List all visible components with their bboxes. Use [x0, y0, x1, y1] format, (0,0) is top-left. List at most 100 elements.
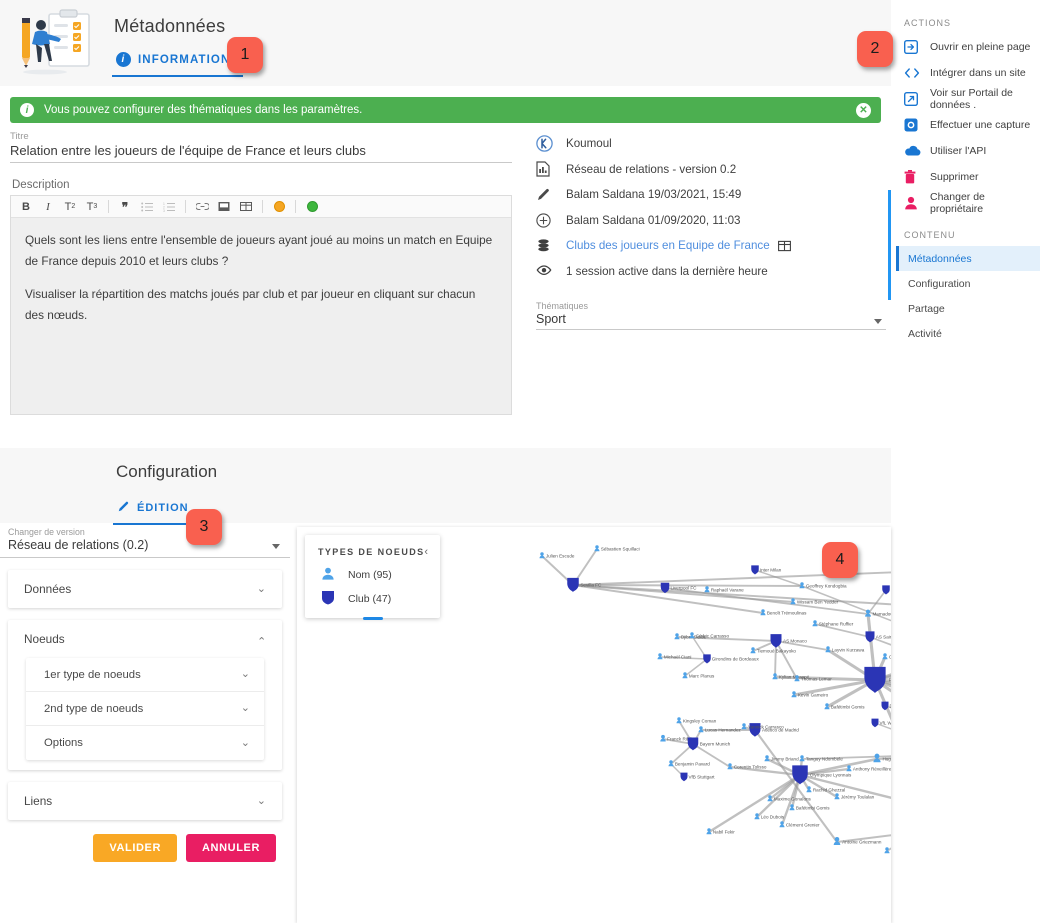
chevron-down-icon[interactable] — [874, 319, 882, 324]
image-icon[interactable] — [214, 197, 234, 217]
sidebar-action-open-fullpage[interactable]: Ouvrir en pleine page — [896, 34, 1040, 60]
person-icon — [742, 723, 746, 727]
page-scrollbar[interactable] — [888, 190, 891, 300]
graph-node[interactable]: Yannick Carrasco — [741, 723, 784, 730]
graph-node[interactable]: Kingsley Coman — [676, 717, 717, 724]
graph-node[interactable]: Maxime Gonalons — [767, 795, 812, 802]
graph-node[interactable]: Tanguy Ndombele — [799, 755, 843, 762]
person-icon — [755, 813, 759, 817]
sidebar-item-partage[interactable]: Partage — [896, 296, 1040, 321]
subsection-2nd-type-de-noeuds[interactable]: 2nd type de noeuds ⌄ — [26, 692, 264, 726]
sidebar-action-embed[interactable]: Intégrer dans un site — [896, 60, 1040, 86]
graph-node[interactable]: Wissam Ben Yedder — [790, 598, 839, 605]
chevron-down-icon[interactable]: ⌄ — [241, 737, 250, 749]
table-icon[interactable] — [236, 197, 256, 217]
accordion-donnees-header[interactable]: Données ⌄ — [8, 570, 282, 608]
graph-node[interactable]: Clément Lenglet — [884, 847, 891, 854]
version-select[interactable]: Changer de version Réseau de relations (… — [0, 527, 290, 558]
sidebar-action-change-owner[interactable]: Changer de propriétaire — [896, 190, 1040, 216]
sidebar-item-metadonnees[interactable]: Métadonnées — [896, 246, 1040, 271]
accordion-liens[interactable]: Liens ⌄ — [8, 782, 282, 820]
tab-informations[interactable]: i INFORMATIONS — [112, 48, 244, 77]
close-icon[interactable]: ✕ — [856, 102, 871, 118]
chevron-left-icon[interactable]: ‹ — [424, 546, 428, 558]
chevron-down-icon[interactable] — [272, 544, 280, 549]
graph-node[interactable]: Tiemoué Bakayoko — [750, 647, 796, 654]
tab-edition[interactable]: ÉDITION — [113, 497, 193, 525]
sidebar-action-view-portal[interactable]: Voir sur Portail de données . — [896, 86, 1040, 112]
graph-node[interactable]: Sébastien Squillaci — [594, 545, 640, 552]
graph-node[interactable]: Dynamo Moscou — [881, 701, 892, 711]
person-icon — [540, 552, 544, 556]
graph-node-label: Raphaël Varane — [711, 588, 744, 593]
description-textarea[interactable]: Quels sont les liens entre l'ensemble de… — [11, 218, 511, 414]
graph-node[interactable]: Geoffrey Kondogbia — [799, 582, 847, 589]
quote-icon[interactable]: ❞ — [115, 197, 135, 217]
numbered-list-icon[interactable]: 123 — [159, 197, 179, 217]
accordion-noeuds-header[interactable]: Noeuds ⌄ — [8, 620, 282, 658]
table-icon[interactable] — [777, 240, 791, 252]
heading-3-icon[interactable]: T3 — [82, 197, 102, 217]
sidebar-action-delete[interactable]: Supprimer — [896, 164, 1040, 190]
legend-resize-handle[interactable] — [362, 617, 383, 620]
graph-node[interactable]: Layvin Kurzawa — [825, 646, 865, 653]
graph-node[interactable]: Kevin Gameiro — [791, 691, 829, 698]
accordion-liens-header[interactable]: Liens ⌄ — [8, 782, 282, 820]
chevron-down-icon[interactable]: ⌄ — [241, 703, 250, 714]
graph-node[interactable]: Sevilla FC — [567, 577, 602, 593]
chevron-down-icon[interactable]: ⌄ — [241, 669, 250, 680]
graph-node[interactable]: Stéphane Ruffier — [812, 620, 854, 627]
graph-node[interactable]: Thomas Lemar — [794, 675, 832, 682]
graph-node[interactable]: Mamadou Sakho — [865, 609, 891, 617]
heading-2-icon[interactable]: T2 — [60, 197, 80, 217]
graph-node[interactable]: Benoît Trémoulinas — [760, 609, 807, 616]
graph-node[interactable]: Rachid Ghezzal — [806, 786, 845, 793]
link-icon[interactable] — [192, 197, 212, 217]
graph-node[interactable]: Hugo Lloris — [873, 753, 891, 763]
graph-node[interactable]: Raphaël Varane — [704, 586, 744, 593]
sidebar-action-capture[interactable]: Effectuer une capture — [896, 112, 1040, 138]
graph-node[interactable]: Anthony Réveillère — [846, 765, 891, 772]
graph-node-label: Stéphane Ruffier — [819, 622, 854, 627]
app-page: Métadonnées i INFORMATIONS 1 2 3 4 i Vou… — [0, 0, 1040, 923]
graph-node[interactable]: Cédric Carrasso — [689, 632, 729, 639]
subsection-1er-type-de-noeuds[interactable]: 1er type de noeuds ⌄ — [26, 658, 264, 692]
thematiques-select[interactable]: Thématiques Sport — [536, 301, 886, 330]
graph-node[interactable]: Girondins de Bordeaux — [703, 654, 759, 664]
italic-icon[interactable]: I — [38, 197, 58, 217]
graph-node[interactable]: Bafétimbi Gomis — [824, 703, 865, 710]
annuler-button[interactable]: ANNULER — [186, 834, 276, 862]
person-icon — [595, 545, 599, 549]
legend-item-nom[interactable]: Nom (95) — [305, 560, 440, 583]
graph-node[interactable]: Jérémy Toulalan — [834, 793, 875, 800]
color-icon[interactable] — [269, 197, 289, 217]
graph-node[interactable]: Corentin Tolisso — [727, 763, 767, 770]
help-icon[interactable] — [302, 197, 322, 217]
graph-node[interactable]: VfB Stuttgart — [680, 772, 716, 782]
person-icon — [882, 656, 888, 660]
accordion-donnees[interactable]: Données ⌄ — [8, 570, 282, 608]
chevron-down-icon[interactable]: ⌄ — [257, 583, 266, 595]
title-input[interactable]: Relation entre les joueurs de l'équipe d… — [10, 143, 512, 163]
bold-icon[interactable]: B — [16, 197, 36, 217]
sidebar-item-activite[interactable]: Activité — [896, 321, 1040, 346]
graph-node[interactable]: Bayern Munich — [687, 737, 731, 751]
valider-button[interactable]: VALIDER — [93, 834, 178, 862]
chevron-up-icon[interactable]: ⌄ — [257, 634, 266, 646]
network-graph-panel[interactable]: Julien EscudeSébastien SquillaciRio Mavu… — [297, 527, 891, 923]
bullet-list-icon[interactable] — [137, 197, 157, 217]
legend-item-club[interactable]: Club (47) — [305, 583, 440, 608]
meta-dataset-link[interactable]: Clubs des joueurs en Equipe de France — [566, 239, 770, 252]
graph-node[interactable]: Clément Grenier — [779, 821, 820, 828]
chevron-down-icon[interactable]: ⌄ — [257, 795, 266, 807]
sidebar-action-api[interactable]: Utiliser l'API — [896, 138, 1040, 164]
graph-node[interactable]: Lucas Hernandez — [698, 726, 742, 733]
graph-node-label: Michaël Ciani — [664, 655, 692, 660]
graph-node-label: Benjamin Pavard — [675, 762, 710, 767]
graph-node[interactable]: Bafétimbi Gomis — [789, 804, 830, 811]
person-icon — [780, 821, 784, 825]
subsection-options[interactable]: Options ⌄ — [26, 726, 264, 760]
graph-node[interactable]: Marc Planus — [682, 672, 715, 679]
sidebar-item-configuration[interactable]: Configuration — [896, 271, 1040, 296]
graph-node[interactable]: Benjamin Pavard — [668, 760, 710, 767]
